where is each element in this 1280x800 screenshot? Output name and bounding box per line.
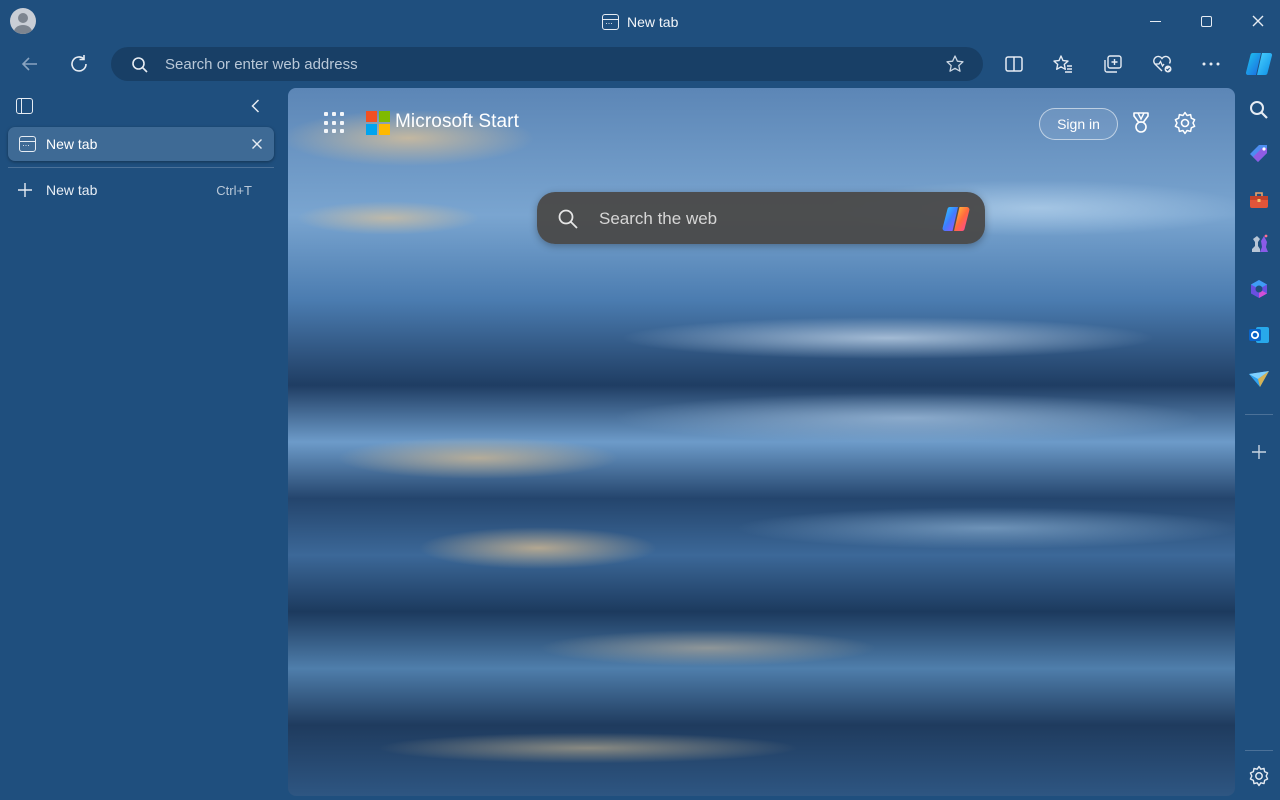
new-tab-shortcut: Ctrl+T [216, 183, 252, 198]
window-title: New tab [602, 12, 678, 32]
plus-icon [18, 183, 32, 197]
sidebar-divider [1245, 414, 1273, 415]
rewards-button[interactable] [1128, 110, 1154, 136]
m365-icon [1251, 280, 1267, 298]
sidebar-divider [1245, 750, 1273, 751]
collections-button[interactable] [1096, 48, 1130, 80]
tab-page-icon [19, 136, 36, 152]
tab-label: New tab [46, 136, 98, 152]
sidebar-shopping-button[interactable] [1247, 142, 1271, 166]
back-arrow-icon [21, 57, 37, 71]
collections-icon [1104, 55, 1122, 73]
navigation-toolbar: Search or enter web address [0, 42, 1280, 86]
copilot-search-button[interactable] [939, 202, 973, 236]
microsoft-logo-icon [366, 111, 390, 135]
close-icon [1252, 15, 1264, 27]
profile-avatar-icon[interactable] [10, 8, 36, 34]
maximize-icon [1200, 15, 1212, 27]
sidebar-search-button[interactable] [1247, 98, 1271, 122]
copilot-icon [942, 207, 970, 231]
search-icon [1250, 101, 1268, 119]
split-screen-icon [1005, 56, 1023, 72]
favorites-icon [1053, 55, 1072, 73]
app-launcher-icon[interactable] [324, 112, 346, 134]
tag-icon [1250, 145, 1267, 162]
address-bar[interactable]: Search or enter web address [111, 47, 983, 81]
minimize-button[interactable] [1132, 6, 1178, 36]
copilot-button[interactable] [1242, 48, 1276, 80]
web-search-placeholder[interactable]: Search the web [599, 209, 717, 229]
plus-icon [1252, 445, 1266, 459]
sidebar-settings-button[interactable] [1247, 764, 1271, 788]
toolbox-icon [1250, 192, 1268, 208]
trophy-icon [1133, 112, 1149, 133]
tab-actions-menu-icon[interactable] [16, 98, 33, 114]
close-icon [252, 139, 262, 149]
sidebar-outlook-button[interactable] [1247, 323, 1271, 347]
gear-icon [1249, 765, 1269, 787]
refresh-icon [71, 55, 87, 72]
sidebar-m365-button[interactable] [1247, 277, 1271, 301]
sidebar-drop-button[interactable] [1247, 367, 1271, 391]
tab-divider [8, 167, 274, 168]
title-bar: New tab [0, 0, 1280, 42]
page-settings-button[interactable] [1172, 110, 1198, 136]
sidebar-tools-button[interactable] [1247, 188, 1271, 212]
chess-icon [1252, 234, 1268, 252]
more-options-button[interactable] [1194, 48, 1228, 80]
refresh-button[interactable] [62, 48, 96, 80]
close-tab-button[interactable] [248, 135, 266, 153]
search-icon [558, 209, 578, 229]
gear-icon [1174, 111, 1196, 135]
edge-sidebar [1237, 88, 1280, 800]
chevron-left-icon [251, 99, 260, 113]
new-tab-label: New tab [46, 182, 98, 198]
close-window-button[interactable] [1235, 6, 1280, 36]
window-title-text: New tab [627, 14, 679, 30]
vertical-tabs-panel: New tab New tab Ctrl+T [0, 86, 286, 800]
paper-plane-icon [1249, 371, 1269, 387]
tab-page-icon [602, 14, 619, 30]
collapse-pane-button[interactable] [246, 96, 266, 116]
maximize-button[interactable] [1183, 6, 1229, 36]
search-icon [132, 57, 148, 73]
brand-name[interactable]: Microsoft Start [395, 111, 519, 133]
outlook-icon [1249, 327, 1269, 343]
back-button[interactable] [13, 48, 47, 80]
new-tab-page: Microsoft Start Sign in Search the web [288, 88, 1235, 796]
copilot-icon [1245, 52, 1273, 76]
web-search-box[interactable]: Search the web [537, 192, 985, 244]
add-favorite-star-icon[interactable] [945, 54, 965, 74]
heart-pulse-icon [1153, 55, 1172, 73]
split-screen-button[interactable] [997, 48, 1031, 80]
sign-in-button[interactable]: Sign in [1039, 108, 1118, 140]
sidebar-games-button[interactable] [1247, 232, 1271, 256]
address-placeholder[interactable]: Search or enter web address [165, 56, 358, 73]
tab-new-tab[interactable]: New tab [8, 127, 274, 161]
favorites-button[interactable] [1046, 48, 1080, 80]
sidebar-add-button[interactable] [1247, 440, 1271, 464]
more-icon [1202, 62, 1220, 66]
browser-window: New tab Search or enter web address [0, 0, 1280, 800]
new-tab-button[interactable]: New tab Ctrl+T [8, 177, 274, 205]
browser-essentials-button[interactable] [1145, 48, 1179, 80]
minimize-icon [1149, 20, 1161, 22]
